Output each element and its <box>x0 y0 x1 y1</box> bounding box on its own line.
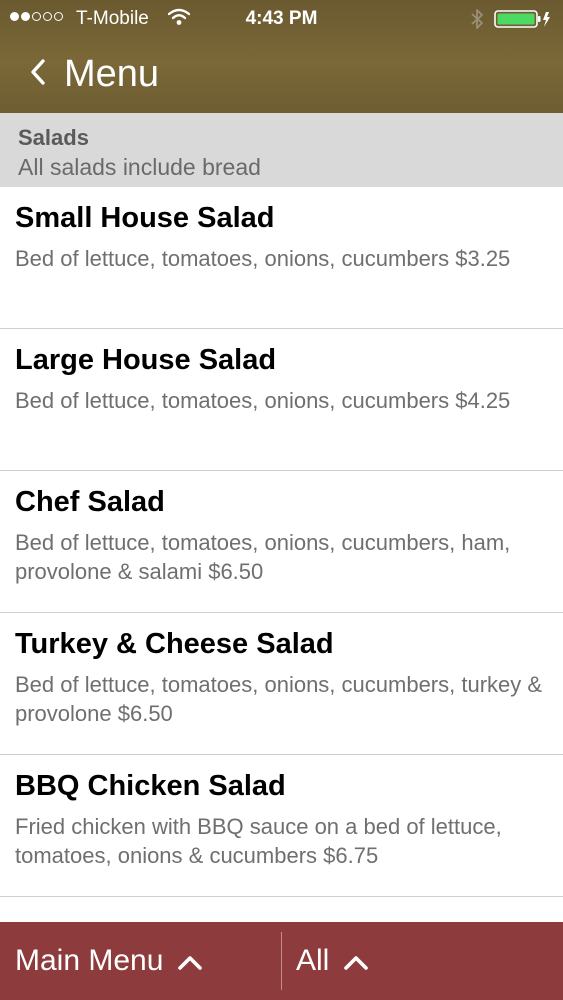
menu-item-description: Fried chicken with BBQ sauce on a bed of… <box>15 814 502 868</box>
main-menu-label: Main Menu <box>15 944 164 977</box>
menu-item[interactable]: Turkey & Cheese Salad Bed of lettuce, to… <box>0 613 563 755</box>
chevron-up-icon <box>177 945 203 979</box>
menu-item[interactable]: Chef Salad Bed of lettuce, tomatoes, oni… <box>0 471 563 613</box>
menu-item-name: Small House Salad <box>15 202 275 234</box>
all-filter-label: All <box>296 944 330 977</box>
menu-item-description: Bed of lettuce, tomatoes, onions, cucumb… <box>15 388 511 413</box>
bottom-toolbar: Main Menu All <box>0 922 563 1000</box>
all-filter-button[interactable]: All <box>296 922 369 1000</box>
menu-item-description: Bed of lettuce, tomatoes, onions, cucumb… <box>15 672 543 726</box>
chevron-up-icon <box>343 945 369 979</box>
menu-item-description: Bed of lettuce, tomatoes, onions, cucumb… <box>15 246 511 271</box>
back-button[interactable]: Menu <box>30 52 159 96</box>
menu-item[interactable]: BBQ Chicken Salad Fried chicken with BBQ… <box>0 755 563 897</box>
menu-item-name: Large House Salad <box>15 344 277 376</box>
bluetooth-icon <box>470 8 484 36</box>
toolbar-divider <box>281 932 282 990</box>
menu-item[interactable]: Small House Salad Bed of lettuce, tomato… <box>0 187 563 329</box>
menu-item-list[interactable]: Small House Salad Bed of lettuce, tomato… <box>0 187 563 923</box>
menu-item-name: Turkey & Cheese Salad <box>15 628 334 660</box>
battery-charging-icon <box>494 9 552 35</box>
section-title: Salads <box>18 125 89 150</box>
menu-item[interactable]: Large House Salad Bed of lettuce, tomato… <box>0 329 563 471</box>
navigation-header: T-Mobile 4:43 PM Menu <box>0 0 563 113</box>
section-subtitle: All salads include bread <box>18 154 261 180</box>
menu-item-name: Chef Salad <box>15 486 165 518</box>
section-header: Salads All salads include bread <box>0 113 563 187</box>
menu-item-description: Bed of lettuce, tomatoes, onions, cucumb… <box>15 530 511 584</box>
chevron-left-icon <box>30 57 46 92</box>
menu-item-name: BBQ Chicken Salad <box>15 770 286 802</box>
page-title: Menu <box>64 52 160 95</box>
main-menu-button[interactable]: Main Menu <box>15 922 203 1000</box>
menu-item-partial[interactable] <box>0 897 563 923</box>
status-bar: T-Mobile 4:43 PM <box>0 0 563 38</box>
